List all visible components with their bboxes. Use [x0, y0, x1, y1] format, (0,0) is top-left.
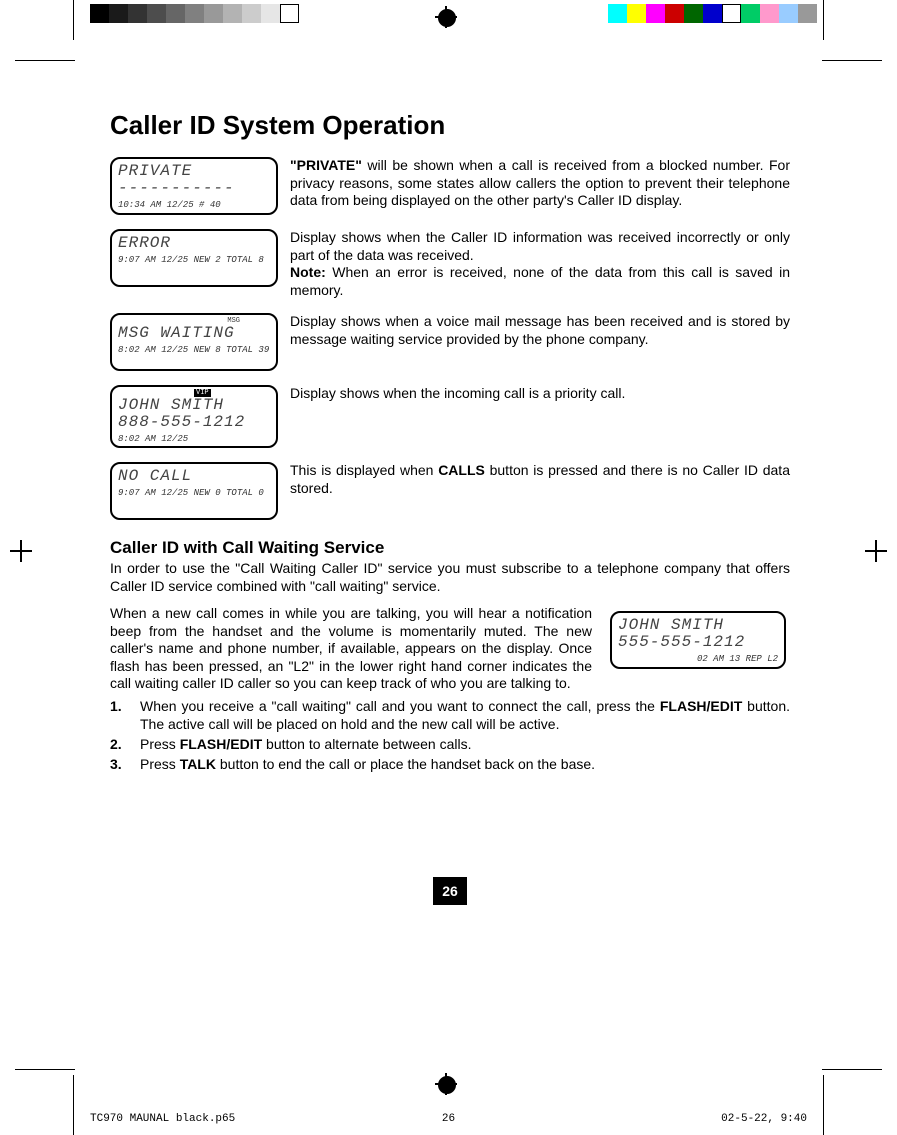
description-body: will be shown when a call is received fr…	[290, 157, 790, 208]
step-text: button to alternate between calls.	[262, 736, 471, 752]
lcd-status-line: 02 AM 13 REP L2	[618, 654, 778, 664]
step-text: Press	[140, 756, 180, 772]
lcd-display-priority: VIP JOHN SMITH 888-555-1212 8:02 AM 12/2…	[110, 385, 278, 448]
registration-side-right-icon	[865, 540, 887, 562]
intro-paragraph: In order to use the "Call Waiting Caller…	[110, 560, 790, 595]
lcd-line1: MSG WAITING	[118, 325, 270, 341]
page-content: Caller ID System Operation PRIVATE -----…	[110, 110, 790, 775]
registration-cross-icon	[435, 6, 457, 28]
crop-mark	[823, 1075, 824, 1135]
description-text: Display shows when the Caller ID informa…	[290, 229, 790, 299]
colorbar-grayscale	[90, 4, 299, 23]
instruction-list: When you receive a "call waiting" call a…	[110, 697, 790, 774]
lcd-wrap: JOHN SMITH 555-555-1212 02 AM 13 REP L2	[610, 611, 790, 669]
lcd-line1: JOHN SMITH	[118, 397, 270, 413]
footer-filename: TC970 MAUNAL black.p65	[90, 1113, 235, 1125]
display-row: ERROR 9:07 AM 12/25 NEW 2 TOTAL 8 Displa…	[110, 229, 790, 299]
description-text: Display shows when the incoming call is …	[290, 385, 790, 403]
footer-datetime: 02-5-22, 9:40	[721, 1113, 807, 1125]
display-row: NO CALL 9:07 AM 12/25 NEW 0 TOTAL 0 This…	[110, 462, 790, 520]
crop-mark	[73, 0, 74, 40]
description-body: This is displayed when	[290, 462, 438, 478]
footer-page: 26	[442, 1113, 455, 1125]
lcd-display-call-waiting: JOHN SMITH 555-555-1212 02 AM 13 REP L2	[610, 611, 786, 669]
lcd-line1: JOHN SMITH	[618, 617, 778, 633]
lcd-status-line: 9:07 AM 12/25 NEW 0 TOTAL 0	[118, 488, 270, 498]
instruction-step: When you receive a "call waiting" call a…	[110, 697, 790, 733]
registration-cross-icon	[435, 1073, 457, 1095]
step-text: button to end the call or place the hand…	[216, 756, 595, 772]
description-text: Display shows when a voice mail message …	[290, 313, 790, 348]
emphasis: "PRIVATE"	[290, 157, 362, 173]
crop-mark	[822, 1069, 882, 1070]
registration-side-left-icon	[10, 540, 32, 562]
lcd-display-error: ERROR 9:07 AM 12/25 NEW 2 TOTAL 8	[110, 229, 278, 287]
lcd-status-line: 10:34 AM 12/25 # 40	[118, 200, 270, 210]
note-label: Note:	[290, 264, 326, 280]
instruction-step: Press FLASH/EDIT button to alternate bet…	[110, 735, 790, 753]
lcd-line1: ERROR	[118, 235, 270, 251]
crop-mark	[15, 60, 75, 61]
note-body: When an error is received, none of the d…	[290, 264, 790, 298]
lcd-status-line: 8:02 AM 12/25 NEW 8 TOTAL 39	[118, 345, 270, 355]
crop-mark	[15, 1069, 75, 1070]
page-title: Caller ID System Operation	[110, 110, 790, 141]
crop-mark	[822, 60, 882, 61]
display-row: PRIVATE ----------- 10:34 AM 12/25 # 40 …	[110, 157, 790, 215]
lcd-line2: -----------	[118, 180, 270, 196]
colorbar-color	[608, 4, 817, 23]
description-text: This is displayed when CALLS button is p…	[290, 462, 790, 497]
display-row: MSG MSG WAITING 8:02 AM 12/25 NEW 8 TOTA…	[110, 313, 790, 371]
lcd-line2: 888-555-1212	[118, 414, 270, 430]
display-row: VIP JOHN SMITH 888-555-1212 8:02 AM 12/2…	[110, 385, 790, 448]
subsection-heading: Caller ID with Call Waiting Service	[110, 538, 790, 558]
crop-mark	[73, 1075, 74, 1135]
step-text: Press	[140, 736, 180, 752]
emphasis: FLASH/EDIT	[660, 698, 742, 714]
registration-marks-top	[0, 0, 897, 30]
emphasis: TALK	[180, 756, 216, 772]
crop-mark	[823, 0, 824, 40]
instruction-step: Press TALK button to end the call or pla…	[110, 755, 790, 773]
page-number-badge: 26	[433, 877, 467, 905]
body-paragraph: When a new call comes in while you are t…	[110, 605, 592, 693]
lcd-tag-msg: MSG	[225, 317, 242, 325]
lcd-line2: 555-555-1212	[618, 634, 778, 650]
lcd-display-msg-waiting: MSG MSG WAITING 8:02 AM 12/25 NEW 8 TOTA…	[110, 313, 278, 371]
emphasis: FLASH/EDIT	[180, 736, 262, 752]
lcd-display-no-call: NO CALL 9:07 AM 12/25 NEW 0 TOTAL 0	[110, 462, 278, 520]
lcd-status-line: 8:02 AM 12/25	[118, 434, 270, 444]
lcd-line1: NO CALL	[118, 468, 270, 484]
print-footer: TC970 MAUNAL black.p65 26 02-5-22, 9:40	[90, 1113, 807, 1125]
emphasis: CALLS	[438, 462, 485, 478]
description-text: "PRIVATE" will be shown when a call is r…	[290, 157, 790, 210]
step-text: When you receive a "call waiting" call a…	[140, 698, 660, 714]
lcd-tag-vip: VIP	[194, 389, 211, 397]
lcd-display-private: PRIVATE ----------- 10:34 AM 12/25 # 40	[110, 157, 278, 215]
lcd-status-line: 9:07 AM 12/25 NEW 2 TOTAL 8	[118, 255, 270, 265]
call-waiting-columns: When a new call comes in while you are t…	[110, 605, 790, 693]
description-body: Display shows when the Caller ID informa…	[290, 229, 790, 263]
lcd-line1: PRIVATE	[118, 163, 270, 179]
